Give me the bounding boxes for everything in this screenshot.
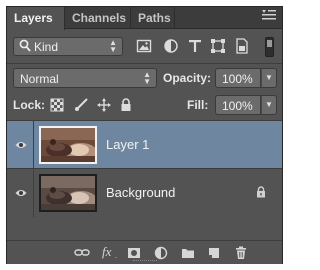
lock-position-icon[interactable] bbox=[97, 98, 111, 112]
lock-transparent-pixels-icon[interactable] bbox=[50, 98, 64, 112]
filter-kind-select[interactable]: Kind ▲ ▼ bbox=[13, 37, 123, 56]
visibility-toggle[interactable] bbox=[7, 169, 34, 217]
opacity-label: Opacity: bbox=[163, 71, 212, 85]
lock-icon bbox=[256, 186, 266, 201]
panel-menu-icon[interactable] bbox=[262, 10, 276, 22]
lock-image-pixels-icon[interactable] bbox=[74, 98, 88, 112]
new-group-icon[interactable] bbox=[181, 246, 195, 260]
blend-mode-label: Normal bbox=[20, 72, 59, 86]
fill-dropdown-button[interactable]: ▼ bbox=[261, 95, 277, 115]
lock-label: Lock: bbox=[13, 98, 46, 112]
adjustment-layer-filter-icon[interactable] bbox=[163, 38, 179, 54]
tab-channels[interactable]: Channels bbox=[65, 7, 131, 29]
pixel-layer-filter-icon[interactable] bbox=[136, 38, 152, 54]
new-adjustment-layer-icon[interactable] bbox=[154, 246, 168, 260]
layer-style-fx-icon[interactable]: fx bbox=[102, 244, 111, 259]
delete-layer-icon[interactable] bbox=[234, 246, 248, 260]
layer-thumbnail[interactable] bbox=[39, 126, 97, 164]
divider bbox=[7, 63, 282, 64]
search-icon bbox=[19, 39, 31, 56]
new-layer-icon[interactable] bbox=[207, 246, 221, 260]
link-layers-icon[interactable] bbox=[74, 246, 90, 260]
layer-thumbnail[interactable] bbox=[39, 174, 97, 212]
layer-row-background[interactable]: Background bbox=[7, 169, 282, 217]
layer-name[interactable]: Background bbox=[106, 185, 175, 200]
filter-kind-label: Kind bbox=[34, 40, 59, 54]
chevron-updown-icon: ▲ ▼ bbox=[109, 38, 117, 54]
add-mask-icon[interactable] bbox=[127, 246, 141, 260]
chevron-updown-icon: ▲ ▼ bbox=[143, 70, 151, 86]
fill-label: Fill: bbox=[187, 98, 209, 112]
tab-layers[interactable]: Layers bbox=[7, 7, 65, 30]
fx-dropdown-dot: . bbox=[115, 251, 118, 260]
eye-icon bbox=[15, 187, 27, 201]
shape-layer-filter-icon[interactable] bbox=[210, 38, 226, 54]
opacity-field[interactable]: 100% bbox=[215, 68, 261, 88]
filter-toggle-switch[interactable] bbox=[265, 37, 274, 57]
blend-mode-select[interactable]: Normal ▲ ▼ bbox=[13, 68, 157, 88]
layer-name[interactable]: Layer 1 bbox=[106, 137, 149, 152]
type-layer-filter-icon[interactable] bbox=[187, 38, 203, 54]
resize-grip[interactable] bbox=[133, 260, 157, 262]
layer-row-layer-1[interactable]: Layer 1 bbox=[7, 121, 282, 169]
smart-object-filter-icon[interactable] bbox=[234, 38, 250, 54]
panel-tab-bar: Layers Channels Paths bbox=[7, 7, 282, 30]
fill-field[interactable]: 100% bbox=[215, 95, 261, 115]
lock-all-icon[interactable] bbox=[119, 98, 133, 112]
visibility-toggle[interactable] bbox=[7, 121, 34, 169]
layers-list: Layer 1 Background bbox=[7, 121, 282, 240]
opacity-dropdown-button[interactable]: ▼ bbox=[261, 68, 277, 88]
panel-footer: fx . bbox=[7, 240, 282, 264]
tab-paths[interactable]: Paths bbox=[131, 7, 175, 29]
layers-panel: Layers Channels Paths Kind ▲ ▼ Normal ▲ … bbox=[6, 6, 283, 264]
eye-icon bbox=[15, 139, 27, 153]
